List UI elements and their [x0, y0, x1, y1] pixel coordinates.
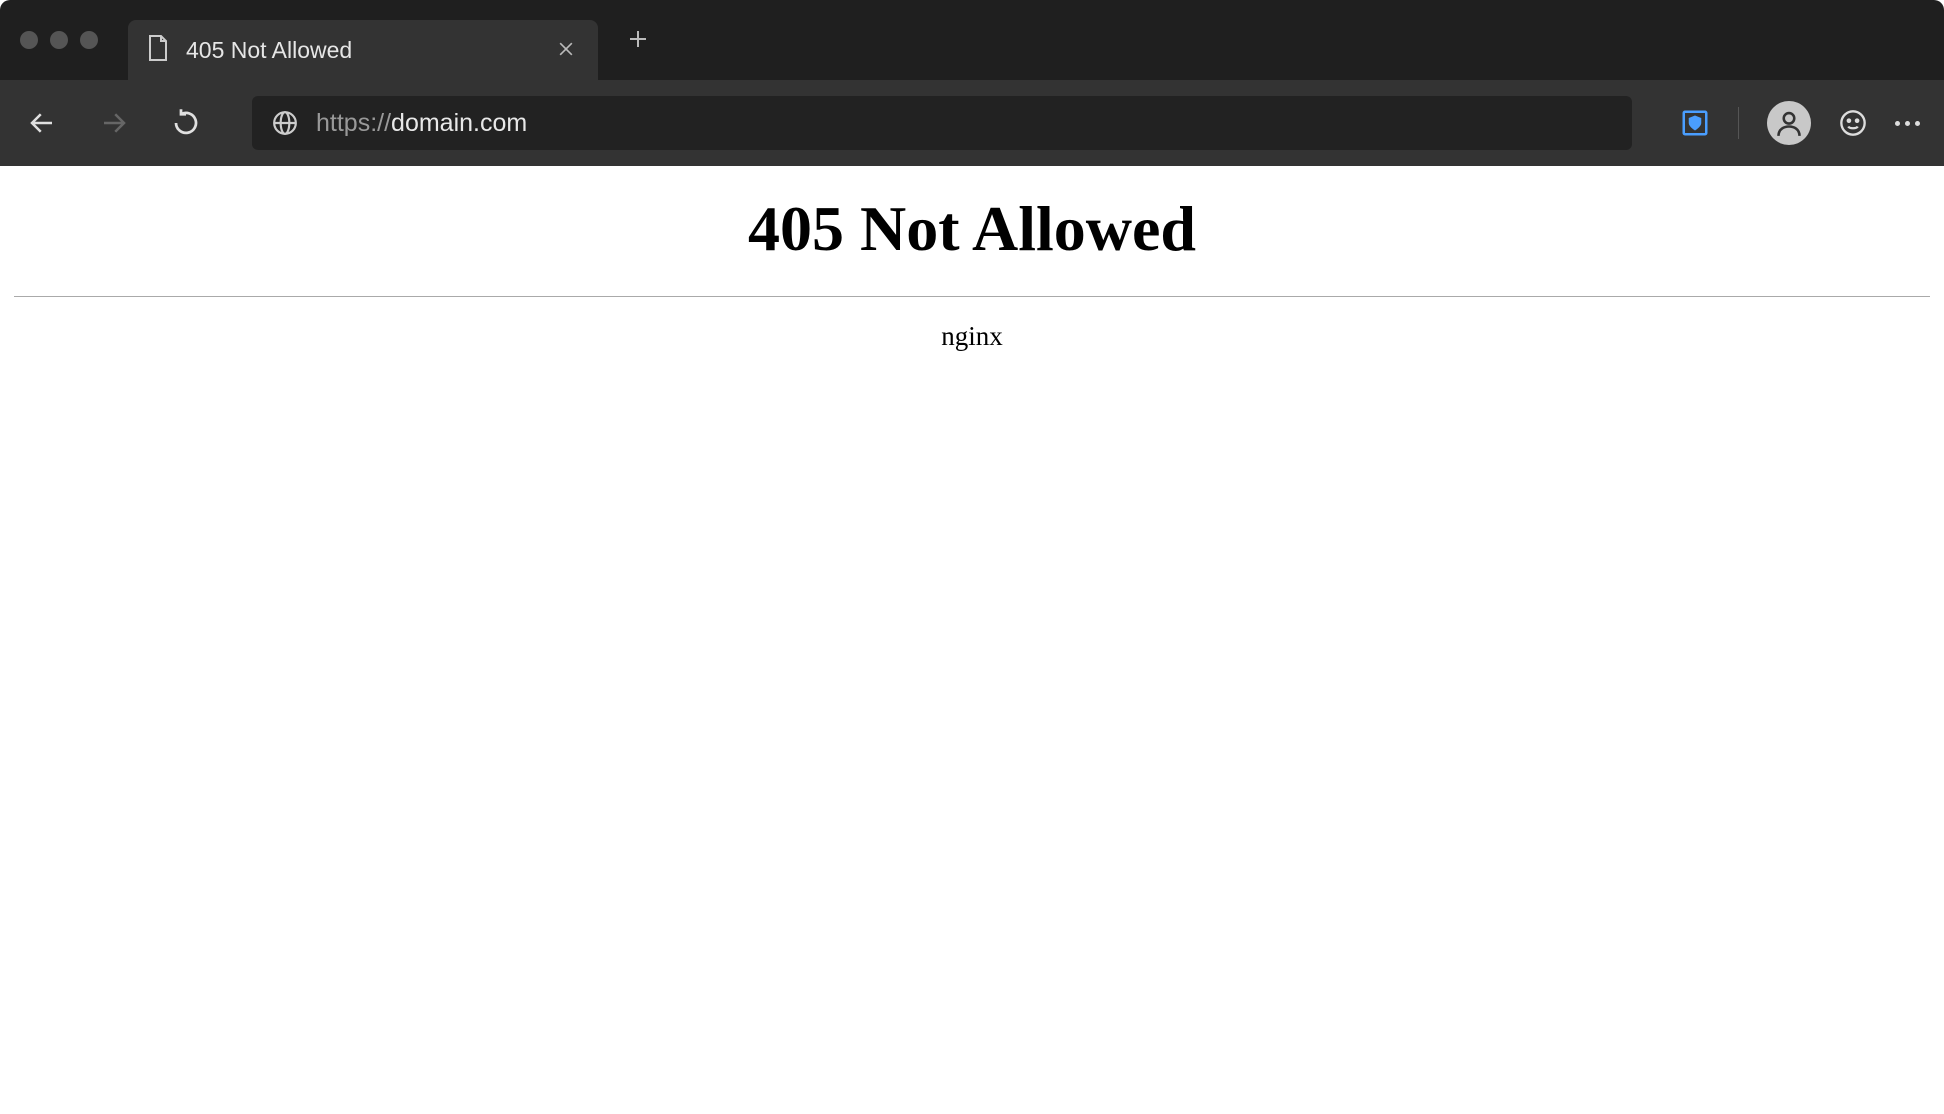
browser-tab[interactable]: 405 Not Allowed	[128, 20, 598, 80]
close-tab-button[interactable]	[552, 33, 580, 67]
window-close-button[interactable]	[20, 31, 38, 49]
tracking-prevention-icon[interactable]	[1680, 108, 1710, 138]
page-icon	[146, 34, 170, 67]
window-controls	[20, 31, 98, 49]
server-name: nginx	[14, 321, 1930, 352]
toolbar-right	[1680, 101, 1920, 145]
feedback-icon[interactable]	[1839, 109, 1867, 137]
address-bar[interactable]: https://domain.com	[252, 96, 1632, 150]
new-tab-button[interactable]	[618, 16, 658, 64]
back-button[interactable]	[24, 105, 60, 141]
browser-toolbar: https://domain.com	[0, 80, 1944, 166]
tab-title: 405 Not Allowed	[186, 37, 536, 64]
url-text[interactable]: https://domain.com	[316, 109, 1612, 138]
url-protocol: https://	[316, 109, 391, 137]
browser-window-chrome: 405 Not Allowed	[0, 0, 1944, 166]
page-viewport: 405 Not Allowed nginx	[0, 166, 1944, 1114]
divider-rule	[14, 296, 1930, 297]
profile-avatar[interactable]	[1767, 101, 1811, 145]
more-menu-button[interactable]	[1895, 121, 1920, 126]
tab-bar: 405 Not Allowed	[0, 0, 1944, 80]
forward-button[interactable]	[96, 105, 132, 141]
window-maximize-button[interactable]	[80, 31, 98, 49]
window-minimize-button[interactable]	[50, 31, 68, 49]
refresh-button[interactable]	[168, 105, 204, 141]
site-info-icon[interactable]	[272, 110, 298, 136]
error-heading: 405 Not Allowed	[14, 192, 1930, 266]
url-domain: domain.com	[391, 109, 527, 137]
toolbar-divider	[1738, 107, 1739, 139]
